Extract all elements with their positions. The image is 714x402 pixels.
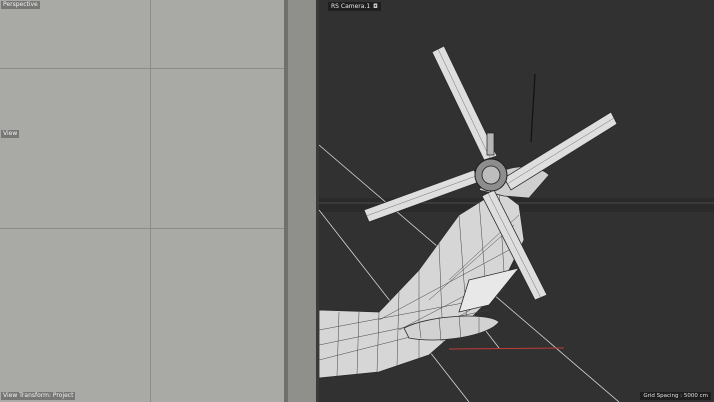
- view-transform-label: View Transform: Project: [1, 392, 76, 400]
- grid-line: [0, 68, 284, 69]
- viewport-gutter: [288, 0, 316, 402]
- left-viewport[interactable]: Perspective View View Transform: Project: [0, 0, 284, 402]
- antenna-line: [530, 73, 536, 143]
- camera-selector[interactable]: RS Camera.1 ◘: [328, 2, 381, 11]
- x-axis-line: [448, 347, 565, 350]
- camera-viewport[interactable]: RS Camera.1 ◘ Grid Spacing : 5000 cm: [319, 0, 714, 402]
- viewport-scene[interactable]: [319, 0, 714, 402]
- camera-toggle-icon[interactable]: ◘: [373, 3, 378, 10]
- view-label[interactable]: View: [1, 130, 20, 138]
- camera-name: RS Camera.1: [331, 3, 371, 10]
- rotor-hub-cap: [481, 165, 501, 185]
- grid-line: [150, 0, 151, 402]
- rotor-shaft: [486, 132, 495, 156]
- viewport-name-label[interactable]: Perspective: [1, 1, 40, 9]
- grid-line: [0, 228, 284, 229]
- grid-spacing-readout: Grid Spacing : 5000 cm: [640, 392, 711, 400]
